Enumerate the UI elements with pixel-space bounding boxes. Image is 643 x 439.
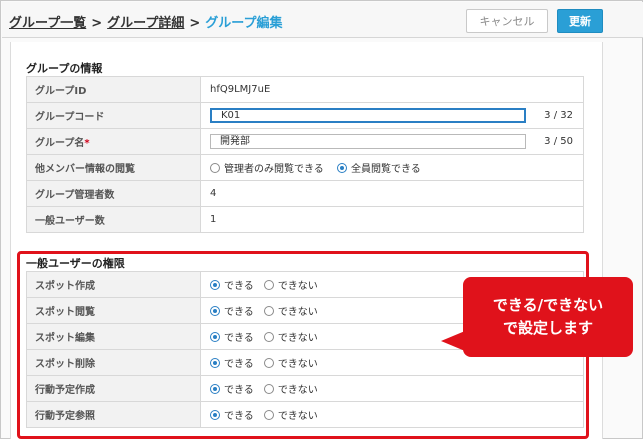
update-button[interactable]: 更新 (557, 9, 603, 33)
group-name-counter: 3 / 50 (544, 136, 573, 147)
group-name-label-cell: グループ名* (26, 128, 201, 155)
general-count-label: 一般ユーザー数 (26, 206, 201, 233)
member-view-options: 管理者のみ閲覧できる 全員閲覧できる (200, 154, 584, 181)
callout-pointer (441, 331, 465, 351)
page-header: グループ一覧 > グループ詳細 > グループ編集 キャンセル 更新 (2, 2, 643, 38)
radio-allow[interactable] (210, 306, 220, 316)
breadcrumb-group-list[interactable]: グループ一覧 (9, 16, 86, 31)
permissions-title: 一般ユーザーの権限 (26, 257, 125, 270)
group-code-counter: 3 / 32 (544, 110, 573, 121)
row-general-count: 一般ユーザー数 1 (26, 206, 584, 233)
radio-deny[interactable] (263, 280, 274, 290)
radio-deny-label: できない (277, 385, 318, 396)
radio-allow-label: できる (224, 307, 254, 318)
radio-deny[interactable] (263, 358, 274, 368)
radio-allow[interactable] (210, 280, 220, 290)
radio-deny-label: できない (277, 281, 318, 292)
radio-allow-label: できる (224, 359, 254, 370)
radio-deny-label: できない (277, 307, 318, 318)
radio-admin-only-label: 管理者のみ閲覧できる (224, 164, 324, 175)
breadcrumb-separator: > (189, 16, 201, 31)
group-info-table: グループID hfQ9LMJ7uE グループコード K01 3 / 32 グルー… (26, 76, 584, 233)
callout-line-1: できる/できない (492, 296, 604, 314)
radio-allow[interactable] (210, 358, 220, 368)
radio-admin-only[interactable] (210, 163, 220, 173)
permission-label: スポット閲覧 (26, 297, 201, 324)
radio-allow-label: できる (224, 411, 254, 422)
radio-deny[interactable] (263, 332, 274, 342)
group-id-label: グループID (26, 76, 201, 103)
admin-count-value: 4 (200, 180, 584, 207)
breadcrumb: グループ一覧 > グループ詳細 > グループ編集 (9, 12, 283, 31)
group-name-cell: 開発部 3 / 50 (200, 128, 584, 155)
radio-allow[interactable] (210, 332, 220, 342)
permission-row: 行動予定作成 できる できない (26, 375, 584, 402)
member-view-label: 他メンバー情報の閲覧 (26, 154, 201, 181)
callout-line-2: で設定します (502, 319, 593, 337)
radio-allow-label: できる (224, 385, 254, 396)
permission-label: スポット編集 (26, 323, 201, 350)
group-id-value: hfQ9LMJ7uE (200, 76, 584, 103)
group-name-input[interactable]: 開発部 (210, 134, 526, 149)
permission-label: スポット削除 (26, 349, 201, 376)
radio-allow-label: できる (224, 281, 254, 292)
radio-deny-label: できない (277, 333, 318, 344)
group-info-title: グループの情報 (26, 62, 103, 75)
group-code-input[interactable]: K01 (210, 108, 526, 123)
admin-count-label: グループ管理者数 (26, 180, 201, 207)
radio-allow[interactable] (210, 384, 220, 394)
breadcrumb-current: グループ編集 (205, 16, 283, 31)
general-count-value: 1 (200, 206, 584, 233)
radio-allow-label: できる (224, 333, 254, 344)
radio-deny[interactable] (263, 410, 274, 420)
group-code-cell: K01 3 / 32 (200, 102, 584, 129)
row-member-view: 他メンバー情報の閲覧 管理者のみ閲覧できる 全員閲覧できる (26, 154, 584, 181)
radio-all-members[interactable] (337, 163, 347, 173)
permission-options: できる できない (200, 401, 584, 428)
breadcrumb-group-detail[interactable]: グループ詳細 (107, 16, 184, 31)
radio-deny-label: できない (277, 359, 318, 370)
permission-row: 行動予定参照 できる できない (26, 401, 584, 428)
permission-label: スポット作成 (26, 271, 201, 298)
permission-options: できる できない (200, 375, 584, 402)
required-mark: * (84, 138, 90, 149)
cancel-button[interactable]: キャンセル (466, 9, 548, 33)
radio-deny-label: できない (277, 411, 318, 422)
radio-allow[interactable] (210, 410, 220, 420)
row-group-id: グループID hfQ9LMJ7uE (26, 76, 584, 103)
row-group-code: グループコード K01 3 / 32 (26, 102, 584, 129)
radio-all-members-label: 全員閲覧できる (351, 164, 421, 175)
breadcrumb-separator: > (91, 16, 103, 31)
row-admin-count: グループ管理者数 4 (26, 180, 584, 207)
callout-bubble: できる/できない で設定します (463, 277, 633, 357)
app-frame: グループ一覧 > グループ詳細 > グループ編集 キャンセル 更新 グループの情報 グル… (0, 0, 643, 439)
radio-deny[interactable] (263, 306, 274, 316)
radio-deny[interactable] (263, 384, 274, 394)
row-group-name: グループ名* 開発部 3 / 50 (26, 128, 584, 155)
group-name-label: グループ名 (35, 138, 85, 149)
group-code-label: グループコード (26, 102, 201, 129)
permission-label: 行動予定作成 (26, 375, 201, 402)
permission-label: 行動予定参照 (26, 401, 201, 428)
